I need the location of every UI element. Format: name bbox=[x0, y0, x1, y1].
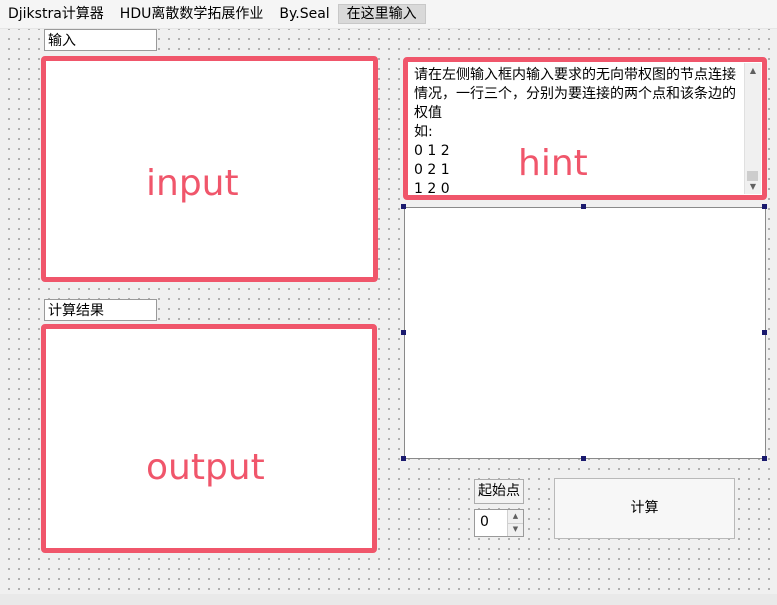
resize-handle[interactable] bbox=[762, 204, 767, 209]
output-label: 计算结果 bbox=[44, 299, 157, 321]
status-strip bbox=[0, 594, 777, 605]
resize-handle[interactable] bbox=[401, 204, 406, 209]
graph-canvas[interactable] bbox=[404, 207, 766, 459]
spin-down-arrow-icon[interactable]: ▼ bbox=[508, 523, 523, 536]
resize-handle[interactable] bbox=[401, 330, 406, 335]
input-label: 输入 bbox=[44, 29, 157, 51]
menu-bar: Djikstra计算器 HDU离散数学拓展作业 By.Seal 在这里输入 bbox=[0, 0, 777, 28]
menu-item-app-title[interactable]: Djikstra计算器 bbox=[0, 3, 112, 25]
scroll-up-arrow-icon[interactable]: ▲ bbox=[745, 63, 761, 78]
start-node-value[interactable]: 0 bbox=[480, 514, 489, 530]
spin-up-arrow-icon[interactable]: ▲ bbox=[508, 510, 523, 524]
hint-scrollbar[interactable]: ▲ ▼ bbox=[744, 63, 761, 194]
scroll-down-arrow-icon[interactable]: ▼ bbox=[745, 179, 761, 194]
menu-item-type-here[interactable]: 在这里输入 bbox=[337, 4, 426, 24]
hint-watermark: hint bbox=[518, 143, 588, 184]
resize-handle[interactable] bbox=[762, 330, 767, 335]
start-node-label: 起始点 bbox=[474, 479, 524, 504]
menu-item-author[interactable]: By.Seal bbox=[271, 3, 337, 25]
calculate-button[interactable]: 计算 bbox=[554, 478, 735, 539]
menu-item-course[interactable]: HDU离散数学拓展作业 bbox=[112, 3, 272, 25]
resize-handle[interactable] bbox=[581, 204, 586, 209]
resize-handle[interactable] bbox=[581, 456, 586, 461]
resize-handle[interactable] bbox=[762, 456, 767, 461]
resize-handle[interactable] bbox=[401, 456, 406, 461]
spin-arrows: ▲ ▼ bbox=[507, 510, 523, 536]
input-watermark: input bbox=[146, 163, 239, 204]
output-textarea[interactable] bbox=[41, 324, 377, 553]
start-node-spinbox[interactable]: 0 ▲ ▼ bbox=[474, 509, 524, 537]
output-watermark: output bbox=[146, 447, 265, 488]
